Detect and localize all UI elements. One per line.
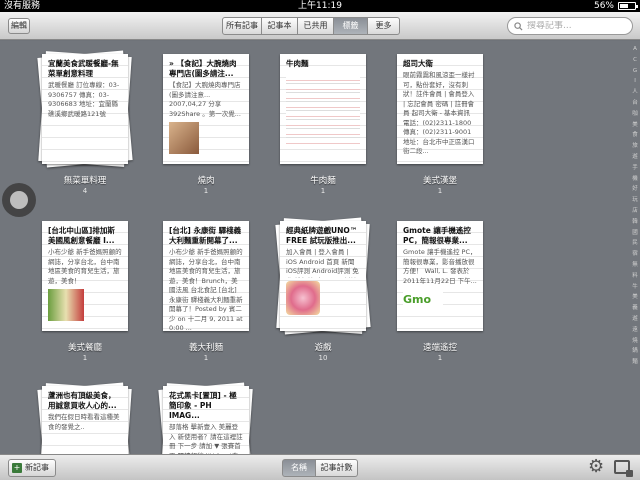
view-segmented-control: 所有記事 記事本 已共用 標籤 更多: [222, 17, 400, 35]
new-note-icon: +: [12, 463, 22, 473]
tag-stack-burger[interactable]: 超司大衛 眼前霧靄和風涼歪一樣衬可，點份套好，沒有刺 狀！註件會員 | 會員登入…: [380, 54, 500, 195]
alphabet-index-letter[interactable]: 旅: [630, 141, 640, 152]
alphabet-index-letter[interactable]: 遠: [630, 325, 640, 336]
alphabet-index-letter[interactable]: 食: [630, 130, 640, 141]
alphabet-index-letter[interactable]: 無: [630, 260, 640, 271]
alphabet-index-letter[interactable]: 人: [630, 87, 640, 98]
note-preview: 經典紙牌遊戲UNO™ FREE 試玩版推出... 加入會員 | 登入會員 | i…: [280, 221, 366, 331]
tag-label: 美式餐廳: [67, 343, 102, 353]
note-preview: [台北] 永康街 驛棧義大利麵重新開幕了... 小布少爺 新手爸媽照顧的網誌，分…: [163, 221, 249, 331]
alphabet-index-letter[interactable]: 美: [630, 292, 640, 303]
tag-label: 義大利麵: [188, 343, 223, 353]
tag-count: 1: [437, 354, 443, 362]
alphabet-index-letter[interactable]: 台: [630, 98, 640, 109]
alphabet-index-letter[interactable]: 麵: [630, 357, 640, 368]
tab-tags[interactable]: 標籤: [334, 17, 368, 35]
tag-stack-american-restaurant[interactable]: [台北中山區]排加斯美國風創意餐廳 I... 小布少爺 新手爸媽照顧的網誌，分享…: [25, 221, 145, 362]
alphabet-index[interactable]: ACGI人台咖美食旅遊手機好玩店韓國民宿無料牛美義遊遠燒鍋麵: [630, 44, 640, 450]
tag-stack-bbq[interactable]: » 【食記】大腕燒肉專門店(圖多請注... 【食記】大腕燒肉專門店(圖多請注意.…: [146, 54, 266, 195]
tag-label: 美式漢堡: [422, 176, 457, 186]
note-preview: 花式黑卡[置頂] - 極簡印象 - PH IMAG... 部落格 擊新壹入 美麗…: [163, 386, 249, 454]
note-preview: 宜蘭美食武暖餐廳-無菜單創意料理 武暖餐廳 訂位專線：03-9306757 傳真…: [42, 54, 128, 164]
battery-icon: [618, 2, 638, 10]
tag-stack-no-menu[interactable]: 宜蘭美食武暖餐廳-無菜單創意料理 武暖餐廳 訂位專線：03-9306757 傳真…: [25, 50, 145, 195]
gmote-logo: Gmo: [403, 289, 443, 311]
tag-label: 牛肉麵: [310, 176, 336, 186]
alphabet-index-letter[interactable]: A: [630, 44, 640, 55]
sort-by-count[interactable]: 記事計數: [316, 459, 358, 477]
alphabet-index-letter[interactable]: 國: [630, 228, 640, 239]
tag-count: 4: [82, 187, 88, 195]
alphabet-index-letter[interactable]: C: [630, 55, 640, 66]
assistive-touch-button[interactable]: [2, 183, 36, 217]
alphabet-index-letter[interactable]: 店: [630, 206, 640, 217]
alphabet-index-letter[interactable]: 料: [630, 271, 640, 282]
note-preview: [台北中山區]排加斯美國風創意餐廳 I... 小布少爺 新手爸媽照顧的網誌，分享…: [42, 221, 128, 331]
note-thumbnail: [286, 281, 320, 315]
sync-icon[interactable]: [614, 460, 633, 477]
alphabet-index-letter[interactable]: 機: [630, 174, 640, 185]
new-note-button[interactable]: + 新記事: [8, 459, 56, 477]
tag-label: 無菜單料理: [63, 176, 107, 186]
bottom-toolbar: + 新記事 名稱 記事計數 ⚙: [0, 454, 640, 480]
tab-more[interactable]: 更多: [368, 17, 400, 35]
note-preview: » 【食記】大腕燒肉專門店(圖多請注... 【食記】大腕燒肉專門店(圖多請注意.…: [163, 54, 249, 164]
edit-button[interactable]: 編輯: [8, 18, 30, 34]
alphabet-index-letter[interactable]: 美: [630, 120, 640, 131]
alphabet-index-letter[interactable]: G: [630, 66, 640, 77]
tag-count: 10: [318, 354, 328, 362]
note-thumbnail: [48, 289, 84, 321]
tag-count: 1: [320, 187, 326, 195]
alphabet-index-letter[interactable]: 義: [630, 303, 640, 314]
tag-label: 遊戲: [314, 343, 332, 353]
alphabet-index-letter[interactable]: 好: [630, 184, 640, 195]
note-preview: Gmote 讓手機遙控PC，簡報很專業... Gmote 讓手機遙控 PC，簡報…: [397, 221, 483, 331]
tag-stack-beef-noodle[interactable]: 牛肉麵 牛肉麵 1: [263, 54, 383, 195]
note-preview: 蘆洲也有頂級美食，用誠意買收人心的... 我們在假日時看看這種美食的發覺之..: [42, 386, 128, 454]
alphabet-index-letter[interactable]: 遊: [630, 314, 640, 325]
tab-all-notes[interactable]: 所有記事: [222, 17, 262, 35]
tag-label: 燒肉: [197, 176, 215, 186]
tag-count: 1: [203, 187, 209, 195]
tag-count: 1: [437, 187, 443, 195]
tag-count: 1: [82, 354, 88, 362]
tag-stack-partial-1[interactable]: 蘆洲也有頂級美食，用誠意買收人心的... 我們在假日時看看這種美食的發覺之..: [25, 382, 145, 454]
alphabet-index-letter[interactable]: 手: [630, 163, 640, 174]
alphabet-index-letter[interactable]: 咖: [630, 109, 640, 120]
alphabet-index-letter[interactable]: 遊: [630, 152, 640, 163]
tab-notebooks[interactable]: 記事本: [262, 17, 298, 35]
menu-table-image: [286, 75, 360, 145]
alphabet-index-letter[interactable]: I: [630, 76, 640, 87]
alphabet-index-letter[interactable]: 燒: [630, 336, 640, 347]
alphabet-index-letter[interactable]: 玩: [630, 195, 640, 206]
alphabet-index-letter[interactable]: 鍋: [630, 346, 640, 357]
tag-label: 遠端遙控: [422, 343, 457, 353]
note-preview: 超司大衛 眼前霧靄和風涼歪一樣衬可，點份套好，沒有刺 狀！註件會員 | 會員登入…: [397, 54, 483, 164]
note-preview: 牛肉麵: [280, 54, 366, 164]
note-thumbnail: [169, 122, 199, 154]
alphabet-index-letter[interactable]: 宿: [630, 249, 640, 260]
alphabet-index-letter[interactable]: 民: [630, 238, 640, 249]
tag-count: 1: [203, 354, 209, 362]
battery-percent: 56%: [593, 1, 614, 11]
tag-stack-pasta[interactable]: [台北] 永康街 驛棧義大利麵重新開幕了... 小布少爺 新手爸媽照顧的網誌，分…: [146, 221, 266, 362]
alphabet-index-letter[interactable]: 韓: [630, 217, 640, 228]
sort-segmented-control: 名稱 記事計數: [282, 459, 358, 477]
gear-icon[interactable]: ⚙: [588, 457, 604, 477]
search-icon: [514, 21, 523, 31]
status-bar: 沒有服務 上午11:19 56%: [0, 0, 640, 12]
tag-stack-games[interactable]: 經典紙牌遊戲UNO™ FREE 試玩版推出... 加入會員 | 登入會員 | i…: [263, 217, 383, 362]
alphabet-index-letter[interactable]: 牛: [630, 282, 640, 293]
top-toolbar: 編輯 所有記事 記事本 已共用 標籤 更多: [0, 12, 640, 40]
tab-shared[interactable]: 已共用: [298, 17, 334, 35]
search-input[interactable]: [527, 21, 627, 31]
tag-stack-remote-control[interactable]: Gmote 讓手機遙控PC，簡報很專業... Gmote 讓手機遙控 PC，簡報…: [380, 221, 500, 362]
clock: 上午11:19: [298, 1, 342, 11]
search-box[interactable]: [507, 17, 633, 35]
tag-stack-partial-2[interactable]: 花式黑卡[置頂] - 極簡印象 - PH IMAG... 部落格 擊新壹入 美麗…: [146, 382, 266, 454]
tag-grid: 宜蘭美食武暖餐廳-無菜單創意料理 武暖餐廳 訂位專線：03-9306757 傳真…: [0, 41, 640, 454]
sort-by-name[interactable]: 名稱: [282, 459, 316, 477]
